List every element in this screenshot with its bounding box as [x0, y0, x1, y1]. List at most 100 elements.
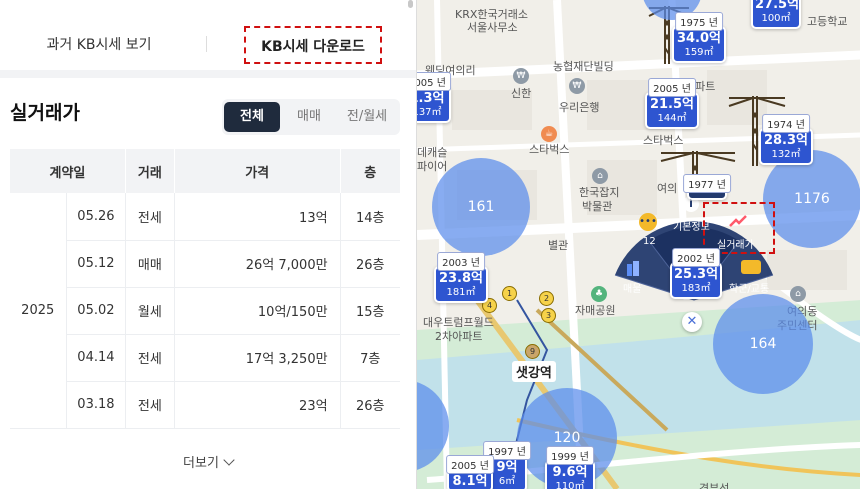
map-label: 신한	[511, 87, 532, 100]
map-label: 2차아파트	[435, 330, 483, 343]
school-bus-icon	[741, 260, 761, 274]
floor-cell: 7층	[339, 334, 400, 382]
marker-area: 132㎡	[771, 149, 801, 160]
built-year: 2005 년	[446, 455, 494, 474]
price-marker[interactable]: 2005 년 21.5억 144㎡	[645, 78, 699, 129]
kb-price-download-button[interactable]: KB시세 다운로드	[244, 26, 382, 64]
table-row: 04.14 전세 17억 3,250만 7층	[10, 334, 400, 382]
marker-area: 159㎡	[684, 47, 714, 58]
marker-area: 181㎡	[446, 287, 476, 298]
built-year: 1975 년	[675, 12, 723, 31]
price-cell: 13억	[173, 193, 341, 241]
show-more-label: 더보기	[183, 456, 219, 471]
listing-cluster-circle[interactable]: 161	[432, 158, 530, 256]
filter-tab-rent[interactable]: 전/월세	[336, 102, 398, 132]
filter-tab-sale[interactable]: 매매	[284, 102, 334, 132]
header-type: 거래	[124, 149, 175, 193]
marker-price: 8.1억	[452, 474, 488, 489]
listing-cluster-circle[interactable]: 164	[713, 294, 813, 394]
price-marker[interactable]: 2005 년 1.3억 137㎡	[417, 72, 451, 123]
review-count: 12	[643, 236, 656, 247]
floor-cell: 26층	[339, 240, 400, 288]
header-date: 계약일	[9, 149, 126, 193]
built-year: 2002 년	[672, 248, 720, 267]
marker-price: 21.5억	[649, 97, 695, 112]
park-icon: ♣	[591, 286, 607, 302]
price-marker[interactable]: 2005 년 8.1억	[446, 455, 494, 489]
type-cell: 전세	[124, 334, 175, 382]
year-cell: 2025	[9, 193, 67, 429]
type-cell: 월세	[124, 287, 175, 335]
type-cell: 매매	[124, 240, 175, 288]
built-year: 1977 년	[683, 174, 731, 193]
map-label: 서울사무소	[467, 21, 518, 34]
cluster-count: 1176	[794, 191, 830, 207]
bank-icon: ₩	[569, 78, 585, 94]
marker-area: 144㎡	[657, 113, 687, 124]
info-panel: 과거 KB시세 보기 KB시세 다운로드 실거래가 전체 매매 전/월세 계약일…	[0, 0, 416, 489]
table-row: 2025 05.26 전세 13억 14층	[9, 193, 400, 429]
close-icon[interactable]: ✕	[682, 312, 702, 332]
price-marker[interactable]: 1974 년 28.3억 132㎡	[759, 114, 813, 165]
table-row: 05.02 월세 10억/150만 15층	[10, 287, 400, 335]
date-cell: 05.02	[65, 287, 126, 335]
section-title: 실거래가	[10, 102, 80, 124]
button-divider	[206, 36, 207, 52]
radial-listings[interactable]: 매물	[623, 280, 641, 295]
map-label: 별관	[548, 239, 569, 252]
built-year: 1999 년	[546, 446, 594, 465]
marker-area: 110㎡	[555, 481, 585, 489]
built-year: 2003 년	[437, 252, 485, 271]
price-marker[interactable]: 1999 년 9.6억 110㎡	[545, 446, 595, 489]
station-name: 샛강역	[512, 361, 556, 382]
map-label: 우리은행	[559, 101, 600, 114]
marker-area: 137㎡	[417, 107, 442, 118]
floor-cell: 14층	[339, 193, 400, 241]
price-marker[interactable]: 2003 년 23.8억 181㎡	[434, 252, 488, 303]
past-kb-price-button[interactable]: 과거 KB시세 보기	[14, 26, 184, 64]
price-marker[interactable]: 1977 년	[683, 174, 731, 200]
date-cell: 05.26	[65, 193, 126, 241]
radial-school-transport[interactable]: 학군/교통	[729, 280, 769, 295]
table-row: 03.18 전세 23억 26층	[10, 381, 400, 429]
header-price: 가격	[173, 149, 341, 193]
type-cell: 전세	[124, 193, 175, 241]
price-marker[interactable]: 1975 년 34.0억 159㎡	[672, 12, 726, 63]
marker-price: 34.0억	[676, 31, 722, 46]
type-cell: 전세	[124, 381, 175, 429]
date-cell: 03.18	[65, 381, 126, 429]
marker-area: 183㎡	[681, 283, 711, 294]
date-cell: 04.14	[65, 334, 126, 382]
filter-tab-all[interactable]: 전체	[224, 102, 280, 132]
marker-price: 27.5억	[755, 0, 800, 12]
chevron-down-icon	[223, 454, 235, 466]
subway-exit-marker[interactable]: 2	[539, 291, 554, 306]
marker-area: 100㎡	[761, 13, 791, 24]
marker-price: 1.3억	[417, 91, 445, 106]
price-cell: 26억 7,000만	[173, 240, 341, 288]
map-view[interactable]: KRX한국거래소 서울사무소 웨딩여의리 농협재단빌딩 ₩ 신한 ₩ 우리은행 …	[416, 0, 860, 489]
selected-price-marker[interactable]: 2002 년 25.3억 183㎡	[670, 248, 722, 299]
bank-icon: ₩	[513, 68, 529, 84]
map-label: 파이어	[417, 160, 448, 173]
chat-icon[interactable]: •••	[639, 213, 657, 231]
floor-cell: 15층	[339, 287, 400, 335]
built-year: 2005 년	[648, 78, 696, 97]
floor-cell: 26층	[339, 381, 400, 429]
price-cell: 23억	[173, 381, 341, 429]
price-cell: 10억/150만	[173, 287, 341, 335]
price-marker[interactable]: 27.5억 100㎡	[751, 0, 801, 29]
built-year: 1974 년	[762, 114, 810, 133]
subway-station-marker[interactable]: 9	[525, 344, 540, 359]
subway-exit-marker[interactable]: 1	[502, 286, 517, 301]
section-separator	[0, 70, 416, 78]
built-year: 2005 년	[417, 72, 451, 91]
map-label: 고등학교	[807, 15, 848, 28]
show-more-button[interactable]: 더보기	[0, 452, 416, 471]
cafe-icon: ☕	[541, 126, 557, 142]
highlight-box	[703, 202, 775, 254]
panel-scrollbar[interactable]	[408, 0, 413, 8]
subway-exit-marker[interactable]: 3	[541, 308, 556, 323]
transaction-table: 계약일 거래 가격 층 2025 05.26 전세 13억 14층 05.12 …	[9, 149, 400, 429]
deal-type-filter: 전체 매매 전/월세	[222, 99, 400, 135]
